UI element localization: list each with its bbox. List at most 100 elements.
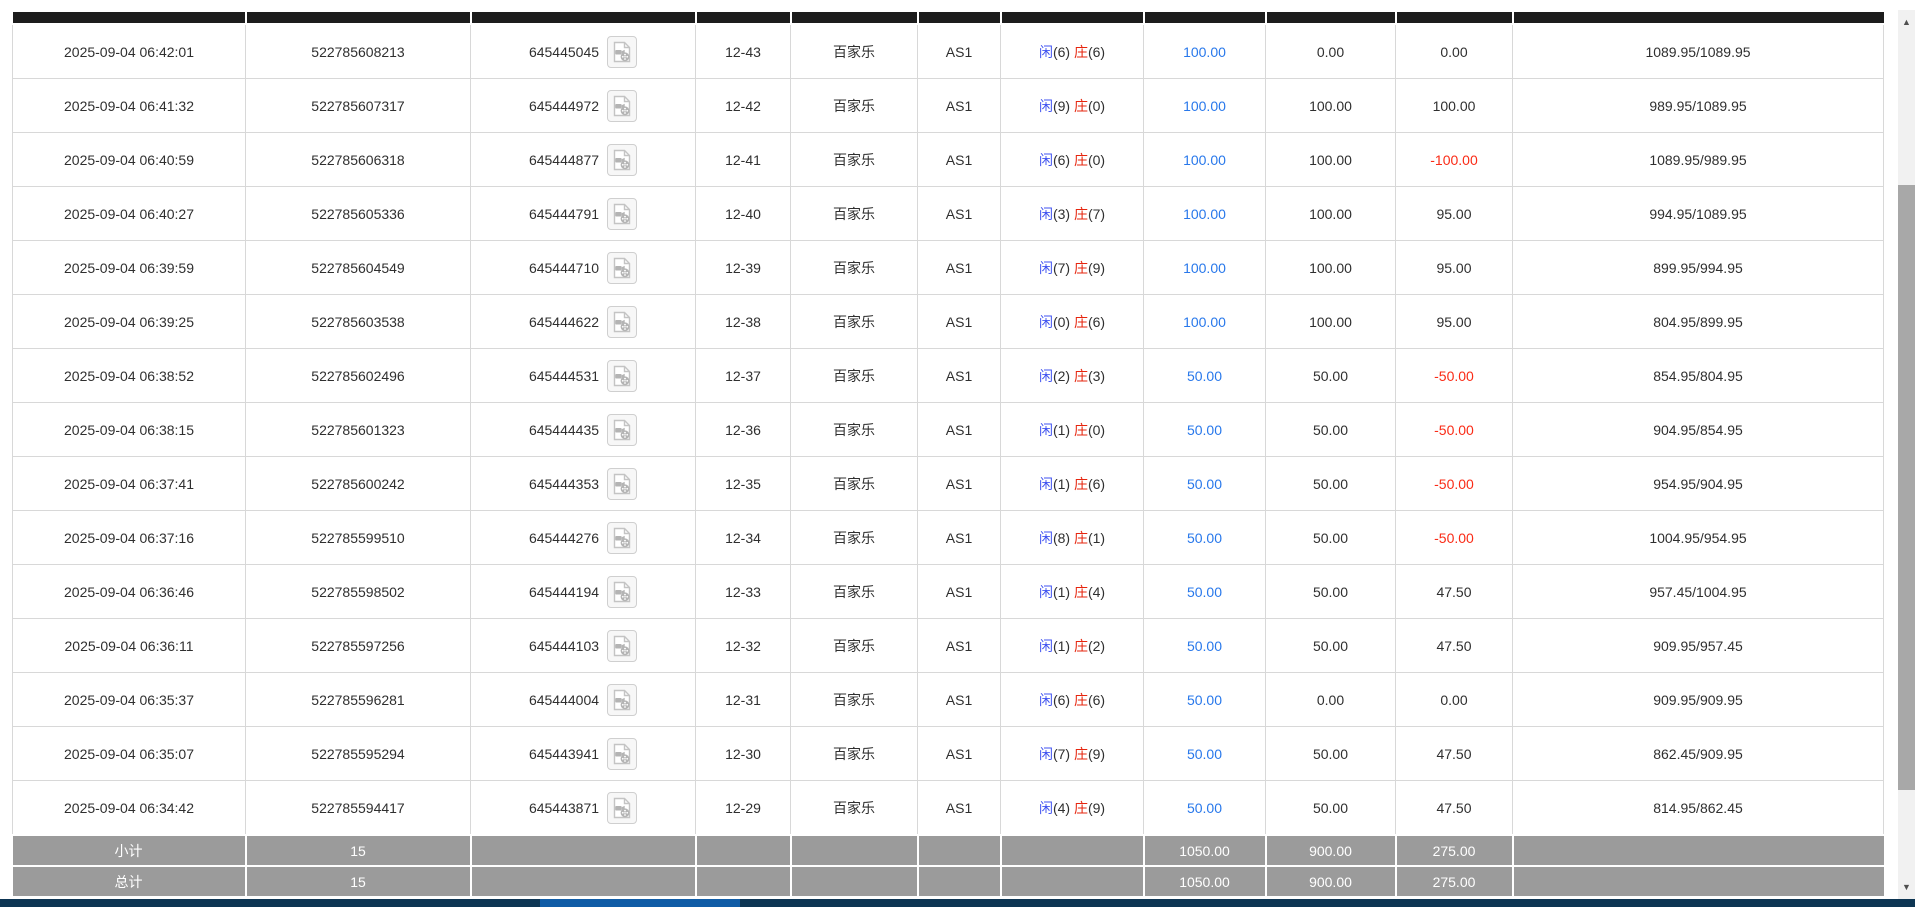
banker-result-value: (6) (1088, 692, 1105, 708)
video-replay-button[interactable] (607, 198, 637, 230)
bet-time: 2025-09-04 06:38:15 (64, 422, 194, 438)
bet-amount-link[interactable]: 100.00 (1183, 314, 1226, 330)
video-replay-button[interactable] (607, 738, 637, 770)
bet-amount-link[interactable]: 50.00 (1187, 368, 1222, 384)
table-row: 2025-09-04 06:40:27 522785605336 645444791… (13, 187, 1884, 241)
bet-amount-link[interactable]: 100.00 (1183, 152, 1226, 168)
video-replay-button[interactable] (607, 468, 637, 500)
player-result-value: (8) (1053, 530, 1074, 546)
game-result-cell: 闲(6) 庄(6) (1001, 24, 1144, 79)
bet-id: 522785601323 (311, 422, 404, 438)
bet-amount-link[interactable]: 50.00 (1187, 746, 1222, 762)
table-name: AS1 (946, 260, 972, 276)
bet-id-cell: 522785594417 (246, 781, 471, 836)
bet-id-cell: 522785597256 (246, 619, 471, 673)
subtotal-bet-id: 15 (246, 835, 471, 866)
video-replay-button[interactable] (607, 90, 637, 122)
scroll-down-arrow-icon[interactable]: ▼ (1898, 878, 1915, 896)
bet-amount-link[interactable]: 100.00 (1183, 206, 1226, 222)
bet-amount-link[interactable]: 100.00 (1183, 260, 1226, 276)
balance-cell: 957.45/1004.95 (1513, 565, 1884, 619)
total-round-number (696, 866, 791, 897)
horizontal-scrollbar[interactable] (0, 899, 1915, 907)
bet-amount-link[interactable]: 50.00 (1187, 422, 1222, 438)
banker-result-label: 庄 (1074, 98, 1088, 114)
valid-amount-cell: 100.00 (1266, 133, 1396, 187)
win-loss: 0.00 (1440, 44, 1467, 60)
video-replay-button[interactable] (607, 684, 637, 716)
game-type: 百家乐 (833, 692, 875, 708)
game-type: 百家乐 (833, 314, 875, 330)
header-cell-game-result (1001, 12, 1144, 24)
bet-id: 522785594417 (311, 800, 404, 816)
bet-amount-link[interactable]: 50.00 (1187, 800, 1222, 816)
video-replay-button[interactable] (607, 576, 637, 608)
total-bet-time: 总计 (13, 866, 246, 897)
valid-amount: 50.00 (1313, 422, 1348, 438)
bet-amount-cell: 50.00 (1144, 349, 1266, 403)
bet-amount-link[interactable]: 50.00 (1187, 584, 1222, 600)
subtotal-bet-amount: 1050.00 (1144, 835, 1266, 866)
video-replay-button[interactable] (607, 252, 637, 284)
round-number: 12-38 (725, 314, 761, 330)
bet-amount-link[interactable]: 50.00 (1187, 638, 1222, 654)
game-number-cell: 645444710 (471, 241, 696, 295)
video-replay-button[interactable] (607, 522, 637, 554)
header-cell-table-name (918, 12, 1001, 24)
video-replay-button[interactable] (607, 144, 637, 176)
bet-time: 2025-09-04 06:40:27 (64, 206, 194, 222)
scroll-up-arrow-icon[interactable]: ▲ (1898, 13, 1915, 31)
balance: 904.95/854.95 (1653, 422, 1743, 438)
banker-result-value: (6) (1088, 476, 1105, 492)
win-loss: 95.00 (1436, 206, 1471, 222)
game-result-cell: 闲(4) 庄(9) (1001, 781, 1144, 836)
table-name: AS1 (946, 368, 972, 384)
player-result-value: (0) (1053, 314, 1074, 330)
video-replay-button[interactable] (607, 360, 637, 392)
bet-id-cell: 522785602496 (246, 349, 471, 403)
game-type-cell: 百家乐 (791, 673, 918, 727)
round-number-cell: 12-34 (696, 511, 791, 565)
bet-amount-link[interactable]: 50.00 (1187, 530, 1222, 546)
bet-id: 522785605336 (311, 206, 404, 222)
game-type: 百家乐 (833, 638, 875, 654)
valid-amount-cell: 100.00 (1266, 241, 1396, 295)
banker-result-label: 庄 (1074, 260, 1088, 276)
banker-result-value: (9) (1088, 800, 1105, 816)
bet-id-cell: 522785596281 (246, 673, 471, 727)
round-number: 12-32 (725, 638, 761, 654)
video-replay-button[interactable] (607, 630, 637, 662)
video-replay-button[interactable] (607, 306, 637, 338)
bet-time-cell: 2025-09-04 06:39:25 (13, 295, 246, 349)
table-name: AS1 (946, 476, 972, 492)
bet-amount-link[interactable]: 50.00 (1187, 692, 1222, 708)
game-number-group: 645444531 (529, 360, 637, 392)
bet-amount-link[interactable]: 100.00 (1183, 44, 1226, 60)
player-result-label: 闲 (1039, 44, 1053, 60)
win-loss-cell: -50.00 (1396, 349, 1513, 403)
table-row: 2025-09-04 06:37:16522785599510645444276… (13, 511, 1884, 565)
game-number: 645444791 (529, 206, 599, 222)
bet-amount-link[interactable]: 50.00 (1187, 476, 1222, 492)
win-loss-cell: 47.50 (1396, 565, 1513, 619)
bet-amount-link[interactable]: 100.00 (1183, 98, 1226, 114)
round-number-cell: 12-40 (696, 187, 791, 241)
header-cell-game-number (471, 12, 696, 24)
video-replay-button[interactable] (607, 792, 637, 824)
game-number: 645444877 (529, 152, 599, 168)
valid-amount-cell: 50.00 (1266, 727, 1396, 781)
valid-amount-cell: 50.00 (1266, 457, 1396, 511)
round-number-cell: 12-39 (696, 241, 791, 295)
vertical-scrollbar[interactable]: ▲ ▼ (1898, 10, 1915, 899)
win-loss: -50.00 (1434, 530, 1474, 546)
valid-amount: 0.00 (1317, 44, 1344, 60)
horizontal-scrollbar-thumb[interactable] (540, 899, 740, 907)
round-number: 12-36 (725, 422, 761, 438)
video-replay-button[interactable] (607, 414, 637, 446)
banker-result-label: 庄 (1074, 314, 1088, 330)
subtotal-game-type (791, 835, 918, 866)
total-row: 总计151050.00900.00275.00 (13, 866, 1884, 897)
vertical-scrollbar-thumb[interactable] (1898, 185, 1915, 790)
video-replay-button[interactable] (607, 36, 637, 68)
bet-time: 2025-09-04 06:40:59 (64, 152, 194, 168)
